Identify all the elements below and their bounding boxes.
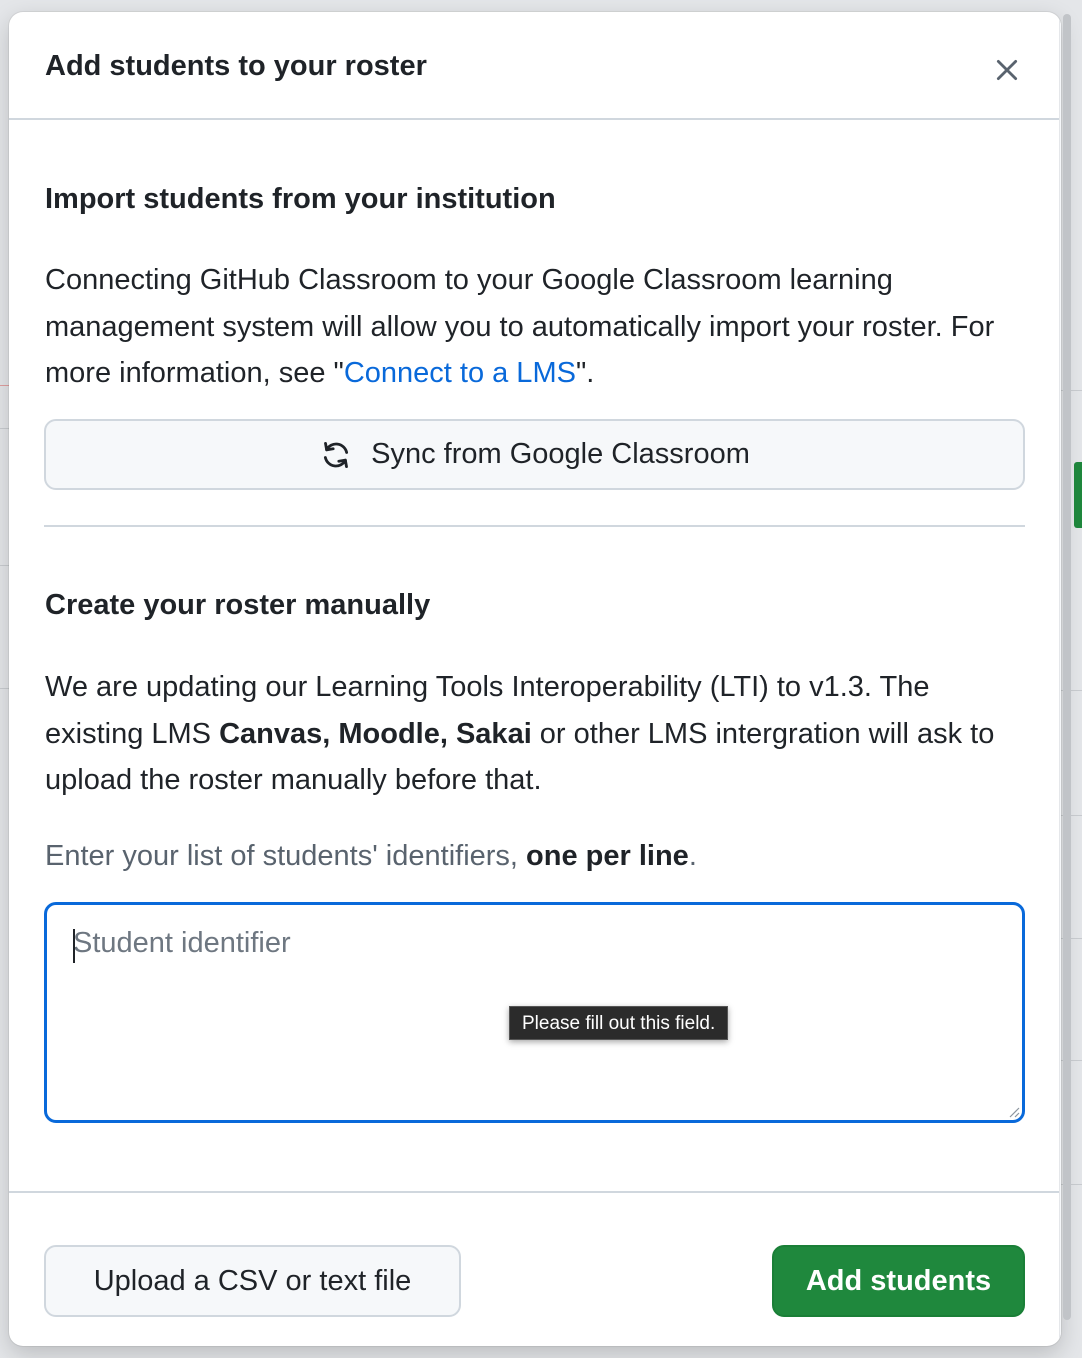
upload-csv-button[interactable]: Upload a CSV or text file bbox=[44, 1245, 461, 1317]
import-description-end: ". bbox=[575, 357, 595, 389]
connect-lms-link[interactable]: Connect to a LMS bbox=[344, 357, 576, 389]
lti-notice-lms-names: Canvas, Moodle, Sakai bbox=[219, 717, 532, 750]
validation-tooltip: Please fill out this field. bbox=[509, 1006, 729, 1040]
close-button[interactable] bbox=[985, 48, 1029, 92]
identifiers-hint: Enter your list of students' identifiers… bbox=[45, 840, 697, 873]
add-students-dialog: Add students to your roster Import stude… bbox=[9, 12, 1061, 1346]
dialog-scrollbar[interactable] bbox=[1059, 12, 1061, 1346]
manual-section-heading: Create your roster manually bbox=[45, 589, 431, 621]
identifiers-hint-end: . bbox=[688, 840, 697, 872]
import-section-heading: Import students from your institution bbox=[45, 183, 556, 215]
identifiers-hint-emphasis: one per line bbox=[526, 840, 689, 872]
section-divider bbox=[44, 525, 1025, 527]
import-description: Connecting GitHub Classroom to your Goog… bbox=[45, 257, 1025, 397]
sync-button-label: Sync from Google Classroom bbox=[371, 438, 750, 470]
dialog-scrollbar-thumb[interactable] bbox=[1063, 14, 1071, 1320]
dialog-header: Add students to your roster bbox=[9, 12, 1059, 120]
sync-google-classroom-button[interactable]: Sync from Google Classroom bbox=[44, 419, 1025, 490]
dialog-title: Add students to your roster bbox=[45, 50, 427, 82]
text-caret bbox=[73, 929, 75, 963]
backdrop-button-edge bbox=[1074, 462, 1082, 528]
footer-divider bbox=[9, 1191, 1059, 1193]
resize-grip-icon[interactable] bbox=[1008, 1106, 1020, 1118]
lti-notice: We are updating our Learning Tools Inter… bbox=[45, 664, 1025, 804]
identifiers-hint-text: Enter your list of students' identifiers… bbox=[45, 840, 527, 872]
sync-icon bbox=[324, 441, 349, 468]
close-icon bbox=[996, 59, 1018, 81]
add-students-button[interactable]: Add students bbox=[772, 1245, 1025, 1317]
